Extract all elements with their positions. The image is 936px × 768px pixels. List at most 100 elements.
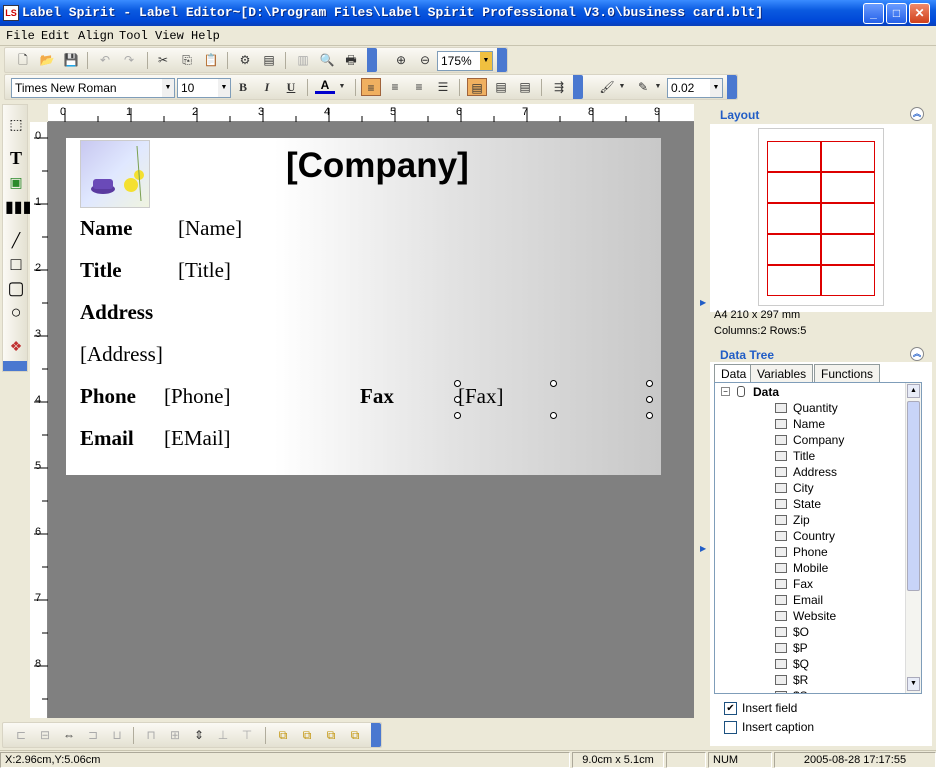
tree-item-email[interactable]: Email [775, 593, 823, 609]
menu-align[interactable]: Align [78, 29, 114, 43]
line-width-select[interactable]: 0.02 ▼ [667, 78, 723, 98]
menu-file[interactable]: File [6, 29, 35, 43]
toolbar-grip[interactable] [497, 48, 507, 72]
align-top-icon[interactable]: ⊓ [141, 726, 161, 744]
phone-label[interactable]: Phone [80, 384, 136, 409]
label-cell[interactable] [821, 265, 875, 296]
fill-color-icon[interactable]: 🖌 [597, 78, 617, 96]
chevron-down-icon[interactable]: ▼ [480, 52, 492, 70]
chevron-down-icon[interactable]: ▼ [218, 79, 230, 97]
valign-bottom-button[interactable]: ▤ [515, 78, 535, 96]
tree-item-var-o[interactable]: $O [775, 625, 809, 641]
align-hcenter-icon[interactable]: ⊟ [35, 726, 55, 744]
resize-handle[interactable] [550, 380, 557, 387]
space-horizontal-icon[interactable]: ⇔ [59, 726, 79, 744]
layout-panel-header[interactable]: Layout ︽ [710, 104, 932, 124]
business-card-label[interactable]: [Company] Name [Name] Title [Title] Addr… [66, 138, 661, 475]
tree-item-phone[interactable]: Phone [775, 545, 828, 561]
font-color-icon[interactable]: A [315, 78, 335, 94]
toolbar-grip[interactable] [371, 723, 381, 747]
tree-item-city[interactable]: City [775, 481, 814, 497]
insert-field-checkbox[interactable]: ✔ [724, 702, 737, 715]
resize-handle[interactable] [646, 380, 653, 387]
toolbar-grip[interactable] [3, 361, 27, 371]
chevron-right-icon[interactable]: ▶ [700, 544, 706, 553]
data-tree[interactable]: − Data Quantity Name Company Title Addre… [714, 382, 922, 694]
print-preview-icon[interactable]: 🔍 [317, 51, 337, 69]
send-to-back-icon[interactable]: ⧉ [297, 726, 317, 744]
phone-field[interactable]: [Phone] [164, 384, 231, 409]
align-left-button[interactable]: ≡ [361, 78, 381, 96]
fax-label[interactable]: Fax [360, 384, 394, 409]
label-cell[interactable] [767, 265, 821, 296]
tree-scrollbar[interactable]: ▲ ▼ [905, 383, 921, 693]
tree-item-var-s[interactable]: $S [775, 689, 808, 693]
insert-caption-checkbox[interactable] [724, 721, 737, 734]
panel-splitter[interactable]: ▶ ▶ [698, 104, 708, 748]
address-field[interactable]: [Address] [80, 342, 163, 367]
minimize-button[interactable]: _ [863, 3, 884, 24]
valign-middle-button[interactable]: ▤ [491, 78, 511, 96]
bring-forward-icon[interactable]: ⧉ [321, 726, 341, 744]
rounded-rect-tool-icon[interactable]: ▢ [5, 277, 27, 299]
tree-item-website[interactable]: Website [775, 609, 836, 625]
email-label[interactable]: Email [80, 426, 134, 451]
open-folder-icon[interactable]: 📂 [37, 51, 57, 69]
align-right-icon[interactable]: ⊐ [83, 726, 103, 744]
menu-tool[interactable]: Tool [119, 29, 148, 43]
label-cell[interactable] [767, 234, 821, 265]
underline-button[interactable]: U [281, 78, 301, 96]
text-tool-icon[interactable]: T [5, 147, 27, 169]
label-cell[interactable] [767, 203, 821, 234]
align-bottom-icon[interactable]: ⊥ [213, 726, 233, 744]
space-vertical-icon[interactable]: ⇕ [189, 726, 209, 744]
copy-icon[interactable]: ⎘ [177, 51, 197, 69]
title-bar[interactable]: LS Label Spirit - Label Editor~[D:\Progr… [0, 0, 936, 26]
resize-handle[interactable] [550, 412, 557, 419]
zoom-select[interactable]: 175% ▼ [437, 51, 493, 71]
resize-handle[interactable] [454, 396, 461, 403]
chevron-down-icon[interactable]: ▼ [162, 79, 174, 97]
valign-top-button[interactable]: ▤ [467, 78, 487, 96]
tree-item-title[interactable]: Title [775, 449, 815, 465]
scroll-down-icon[interactable]: ▼ [907, 677, 920, 691]
tab-functions[interactable]: Functions [814, 364, 881, 382]
align-justify-button[interactable]: ☰ [433, 78, 453, 96]
toolbar-grip[interactable] [727, 75, 737, 99]
label-cell[interactable] [821, 234, 875, 265]
scroll-thumb[interactable] [907, 401, 920, 591]
distribute-h-icon[interactable]: ⊔ [107, 726, 127, 744]
tree-item-var-p[interactable]: $P [775, 641, 808, 657]
bring-to-front-icon[interactable]: ⧉ [273, 726, 293, 744]
collapse-icon[interactable]: ︽ [910, 107, 924, 121]
chevron-down-icon[interactable]: ▼ [710, 79, 722, 97]
close-button[interactable]: ✕ [909, 3, 930, 24]
select-icon[interactable]: ⬚ [5, 113, 27, 135]
name-field[interactable]: [Name] [178, 216, 242, 241]
toolbar-grip[interactable] [573, 75, 583, 99]
tab-variables[interactable]: Variables [750, 364, 814, 382]
title-label[interactable]: Title [80, 258, 122, 283]
font-family-select[interactable]: Times New Roman ▼ [11, 78, 175, 98]
address-label[interactable]: Address [80, 300, 153, 325]
undo-icon[interactable]: ↶ [95, 51, 115, 69]
chevron-right-icon[interactable]: ▶ [700, 298, 706, 307]
tree-item-zip[interactable]: Zip [775, 513, 810, 529]
title-field[interactable]: [Title] [178, 258, 231, 283]
align-vcenter-icon[interactable]: ⊞ [165, 726, 185, 744]
tree-item-mobile[interactable]: Mobile [775, 561, 828, 577]
text-direction-icon[interactable]: ⇶ [549, 78, 569, 96]
line-tool-icon[interactable]: ╱ [5, 229, 27, 251]
tree-root-data[interactable]: Data [737, 385, 779, 399]
toolbar-grip[interactable] [367, 48, 377, 72]
menu-edit[interactable]: Edit [41, 29, 70, 43]
zoom-out-icon[interactable]: ⊖ [415, 51, 435, 69]
chevron-down-icon[interactable]: ▼ [337, 78, 347, 96]
rectangle-tool-icon[interactable]: □ [5, 253, 27, 275]
resize-handle[interactable] [454, 380, 461, 387]
send-backward-icon[interactable]: ⧉ [345, 726, 365, 744]
align-right-button[interactable]: ≡ [409, 78, 429, 96]
align-center-button[interactable]: ≡ [385, 78, 405, 96]
company-placeholder[interactable]: [Company] [286, 146, 469, 186]
menu-view[interactable]: View [155, 29, 184, 43]
